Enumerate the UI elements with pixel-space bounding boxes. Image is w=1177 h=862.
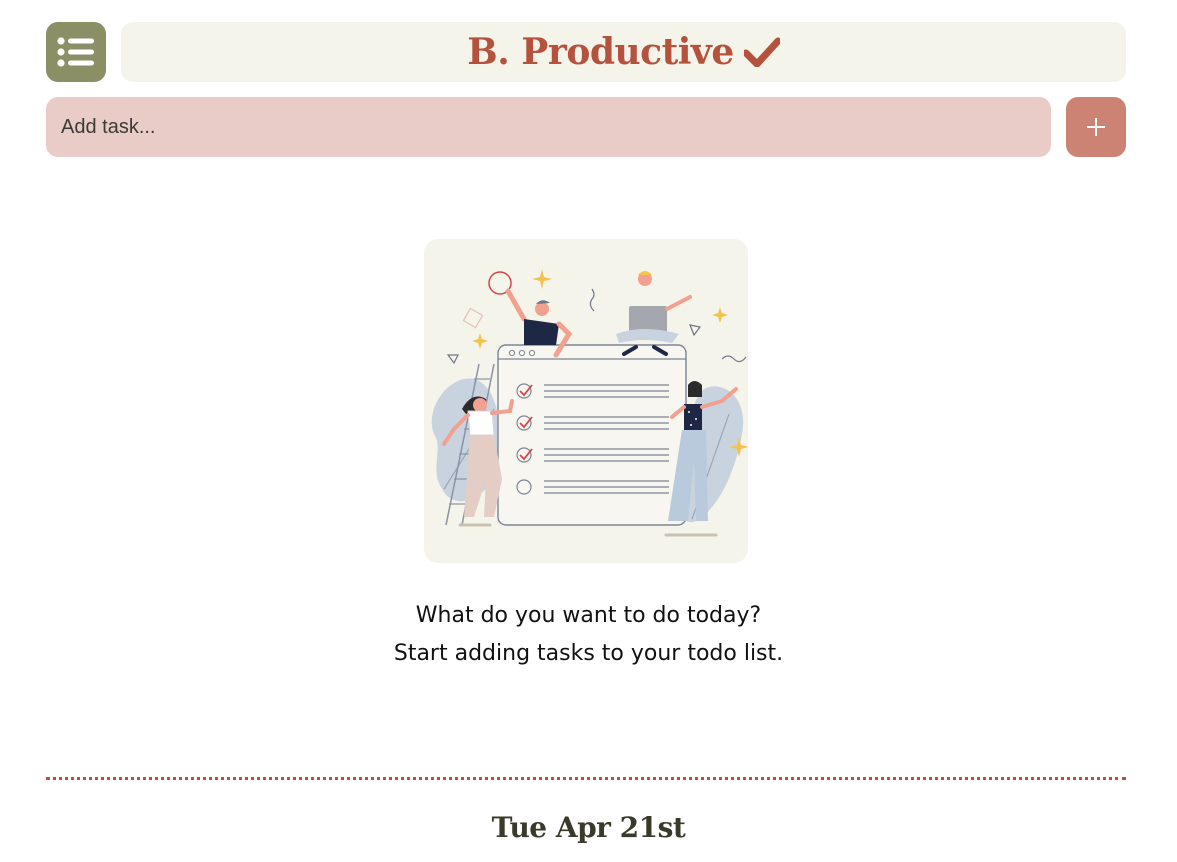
plus-icon bbox=[1085, 116, 1107, 138]
app-root: B. Productive Add task... What do you wa… bbox=[0, 0, 1177, 862]
menu-button[interactable] bbox=[46, 22, 106, 82]
date-heading: Tue Apr 21st bbox=[491, 811, 686, 844]
list-icon bbox=[57, 37, 95, 67]
app-title: B. Productive bbox=[467, 31, 734, 73]
title-bar: B. Productive bbox=[121, 22, 1126, 82]
empty-state-line-2: Start adding tasks to your todo list. bbox=[393, 641, 784, 666]
empty-state-message: What do you want to do today? Start addi… bbox=[0, 597, 1177, 673]
checkmark-icon bbox=[743, 37, 780, 67]
add-task-button[interactable] bbox=[1066, 97, 1126, 157]
empty-state-line-1: What do you want to do today? bbox=[415, 603, 762, 628]
people-checklist-illustration bbox=[424, 239, 748, 563]
add-task-input[interactable] bbox=[46, 97, 1051, 157]
section-divider bbox=[46, 777, 1126, 780]
